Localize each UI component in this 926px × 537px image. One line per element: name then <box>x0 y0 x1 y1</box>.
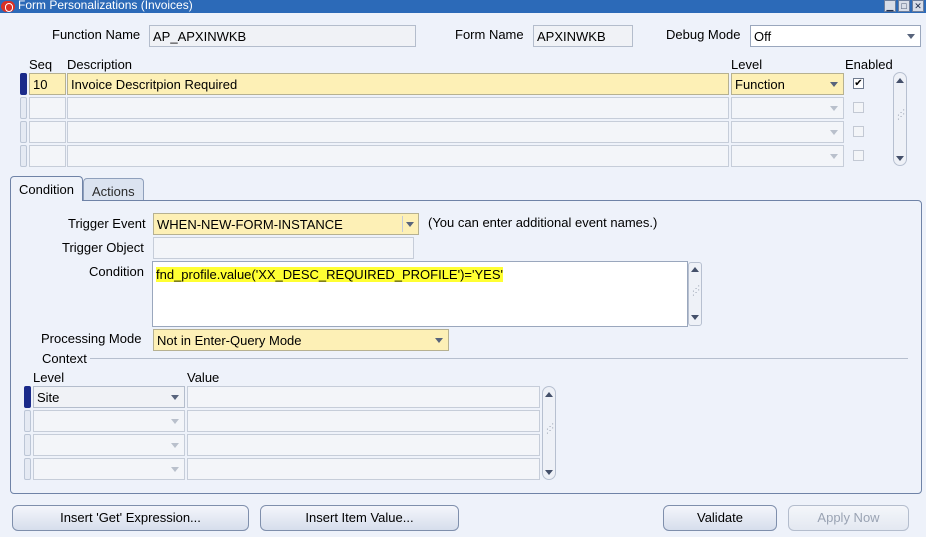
window-title: Form Personalizations (Invoices) <box>18 0 193 12</box>
chevron-down-icon[interactable] <box>904 28 918 44</box>
seq-column-header: Seq <box>29 57 53 72</box>
record-indicator[interactable] <box>20 97 27 119</box>
insert-item-value-button[interactable]: Insert Item Value... <box>260 505 459 531</box>
context-level-header: Level <box>33 370 65 385</box>
trigger-object-field[interactable] <box>153 237 414 259</box>
level-column-header: Level <box>731 57 763 72</box>
processing-mode-value: Not in Enter-Query Mode <box>157 333 302 348</box>
level-select[interactable] <box>731 145 844 167</box>
validate-button[interactable]: Validate <box>663 505 777 531</box>
chevron-down-icon[interactable] <box>168 461 182 477</box>
level-select[interactable]: Function <box>731 73 844 95</box>
rules-scrollbar[interactable]: ⋰ ⋰ <box>893 72 907 166</box>
trigger-event-select[interactable]: WHEN-NEW-FORM-INSTANCE <box>153 213 419 235</box>
close-icon[interactable]: ✕ <box>912 0 924 12</box>
maximize-icon[interactable]: □ <box>898 0 910 12</box>
description-field[interactable]: Invoice Descritpion Required <box>67 73 729 95</box>
condition-label: Condition <box>89 264 144 279</box>
level-select[interactable] <box>731 97 844 119</box>
chevron-down-icon[interactable] <box>168 413 182 429</box>
current-record-indicator[interactable] <box>20 73 27 95</box>
level-select[interactable] <box>731 121 844 143</box>
context-level-value: Site <box>37 390 60 405</box>
scroll-up-icon[interactable] <box>691 266 700 274</box>
context-level-select[interactable] <box>33 458 185 480</box>
record-indicator[interactable] <box>20 121 27 143</box>
scroll-up-icon[interactable] <box>896 77 905 85</box>
enabled-checkbox[interactable] <box>853 102 864 113</box>
chevron-down-icon[interactable] <box>827 124 841 140</box>
tab-condition[interactable]: Condition <box>10 176 83 201</box>
enabled-checkbox[interactable] <box>853 126 864 137</box>
description-field[interactable] <box>67 121 729 143</box>
condition-scrollbar[interactable]: ⋰ ⋰ <box>688 262 702 326</box>
debug-mode-value: Off <box>754 29 772 44</box>
context-scrollbar[interactable]: ⋰ ⋰ <box>542 386 556 480</box>
form-name-label: Form Name <box>455 27 524 42</box>
context-level-select[interactable] <box>33 410 185 432</box>
description-field[interactable] <box>67 97 729 119</box>
form-name-field[interactable]: APXINWKB <box>533 25 633 47</box>
function-name-label: Function Name <box>52 27 141 42</box>
processing-mode-select[interactable]: Not in Enter-Query Mode <box>153 329 449 351</box>
chevron-down-icon[interactable] <box>432 332 446 348</box>
seq-field[interactable] <box>29 97 66 119</box>
chevron-down-icon[interactable] <box>827 76 841 92</box>
context-value-field[interactable] <box>187 434 540 456</box>
oracle-app-icon <box>1 1 15 12</box>
enabled-column-header: Enabled <box>845 57 893 72</box>
record-indicator[interactable] <box>24 458 31 480</box>
chevron-down-icon[interactable] <box>402 216 416 232</box>
level-value: Function <box>735 77 785 92</box>
record-indicator[interactable] <box>24 434 31 456</box>
context-level-select[interactable] <box>33 434 185 456</box>
enabled-checkbox[interactable]: ✔ <box>853 78 864 89</box>
insert-get-expression-button[interactable]: Insert 'Get' Expression... <box>12 505 249 531</box>
condition-text: fnd_profile.value('XX_DESC_REQUIRED_PROF… <box>156 267 503 282</box>
context-group-label: Context <box>42 351 87 366</box>
trigger-object-label: Trigger Object <box>62 240 144 255</box>
chevron-down-icon[interactable] <box>827 100 841 116</box>
chevron-down-icon[interactable] <box>827 148 841 164</box>
trigger-event-label: Trigger Event <box>68 216 146 231</box>
context-divider <box>90 358 908 359</box>
scroll-down-icon[interactable] <box>691 314 700 322</box>
seq-field[interactable] <box>29 121 66 143</box>
scroll-down-icon[interactable] <box>896 155 905 163</box>
enabled-checkbox[interactable] <box>853 150 864 161</box>
context-value-header: Value <box>187 370 220 385</box>
description-column-header: Description <box>67 57 133 72</box>
debug-mode-select[interactable]: Off <box>750 25 921 47</box>
debug-mode-label: Debug Mode <box>666 27 741 42</box>
description-field[interactable] <box>67 145 729 167</box>
function-name-field[interactable]: AP_APXINWKB <box>149 25 416 47</box>
scroll-down-icon[interactable] <box>545 469 554 477</box>
chevron-down-icon[interactable] <box>168 437 182 453</box>
tab-actions[interactable]: Actions <box>83 178 144 202</box>
processing-mode-label: Processing Mode <box>41 331 142 346</box>
chevron-down-icon[interactable] <box>168 389 182 405</box>
seq-field[interactable]: 10 <box>29 73 66 95</box>
condition-textarea[interactable]: fnd_profile.value('XX_DESC_REQUIRED_PROF… <box>152 261 688 327</box>
scroll-grip-icon[interactable]: ⋰ ⋰ <box>546 423 554 439</box>
record-indicator[interactable] <box>20 145 27 167</box>
seq-field[interactable] <box>29 145 66 167</box>
record-indicator[interactable] <box>24 410 31 432</box>
apply-now-button[interactable]: Apply Now <box>788 505 909 531</box>
context-value-field[interactable] <box>187 410 540 432</box>
context-value-field[interactable] <box>187 458 540 480</box>
trigger-event-value: WHEN-NEW-FORM-INSTANCE <box>157 217 343 232</box>
trigger-event-hint: (You can enter additional event names.) <box>428 215 658 230</box>
context-level-select[interactable]: Site <box>33 386 185 408</box>
scroll-grip-icon[interactable]: ⋰ ⋰ <box>692 285 700 301</box>
context-value-field[interactable] <box>187 386 540 408</box>
scroll-grip-icon[interactable]: ⋰ ⋰ <box>897 109 905 125</box>
scroll-up-icon[interactable] <box>545 391 554 399</box>
current-record-indicator[interactable] <box>24 386 31 408</box>
window-titlebar: Form Personalizations (Invoices) ▁ □ ✕ <box>0 0 926 13</box>
minimize-icon[interactable]: ▁ <box>884 0 896 12</box>
